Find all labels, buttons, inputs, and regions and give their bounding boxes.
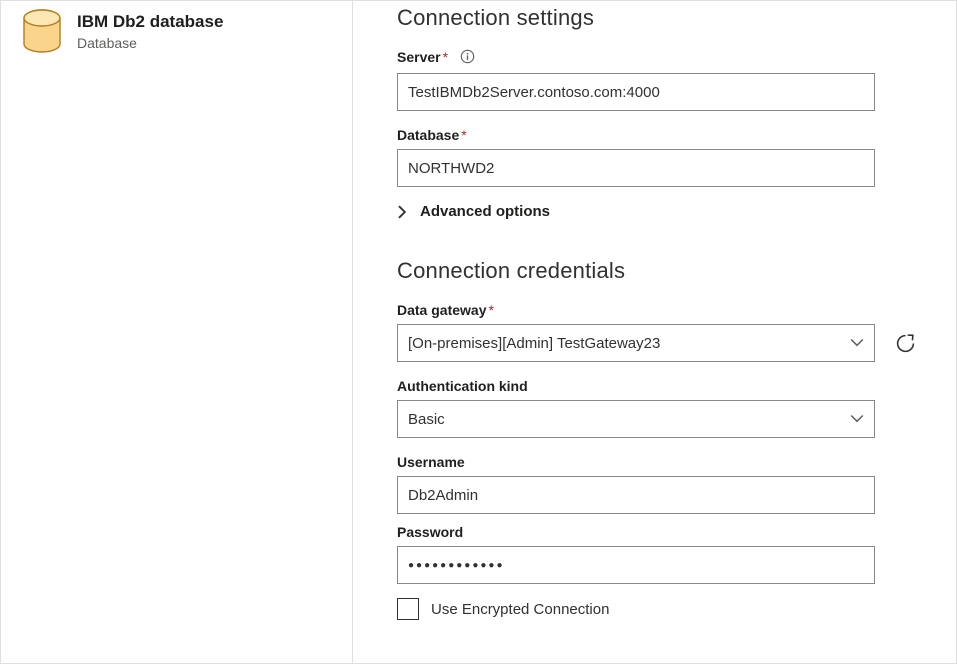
database-icon (21, 9, 63, 53)
server-label: Server* (397, 49, 928, 67)
required-star-icon: * (461, 127, 466, 143)
username-input[interactable] (397, 476, 875, 514)
chevron-right-icon (397, 205, 408, 219)
connector-subtitle: Database (77, 35, 223, 51)
database-field-block: Database* (397, 127, 928, 187)
chevron-down-icon (850, 338, 864, 348)
refresh-gateway-button[interactable] (893, 331, 917, 355)
password-input[interactable]: ●●●●●●●●●●●● (397, 546, 875, 584)
gateway-label-text: Data gateway (397, 302, 486, 318)
database-label-text: Database (397, 127, 459, 143)
required-star-icon: * (443, 49, 448, 65)
gateway-field-block: Data gateway* [On-premises][Admin] TestG… (397, 302, 928, 362)
chevron-down-icon (850, 414, 864, 424)
database-label: Database* (397, 127, 928, 143)
advanced-options-label: Advanced options (420, 203, 550, 220)
advanced-options-toggle[interactable]: Advanced options (397, 203, 928, 220)
required-star-icon: * (488, 302, 493, 318)
encrypted-checkbox-row: Use Encrypted Connection (397, 598, 928, 620)
authkind-select[interactable]: Basic (397, 400, 875, 438)
connection-settings-heading: Connection settings (397, 5, 928, 31)
connector-title: IBM Db2 database (77, 11, 223, 33)
authkind-field-block: Authentication kind Basic (397, 378, 928, 438)
encrypted-checkbox[interactable] (397, 598, 419, 620)
info-icon[interactable] (460, 49, 475, 67)
connector-info-panel: IBM Db2 database Database (1, 1, 353, 663)
authkind-select-value: Basic (408, 411, 445, 428)
authkind-label: Authentication kind (397, 378, 928, 394)
server-label-text: Server (397, 49, 441, 65)
gateway-label: Data gateway* (397, 302, 928, 318)
username-field-block: Username (397, 454, 928, 514)
gateway-select-value: [On-premises][Admin] TestGateway23 (408, 335, 660, 352)
database-input[interactable] (397, 149, 875, 187)
password-field-block: Password ●●●●●●●●●●●● (397, 524, 928, 584)
refresh-icon (895, 333, 916, 354)
server-input[interactable] (397, 73, 875, 111)
username-label: Username (397, 454, 928, 470)
server-field-block: Server* (397, 49, 928, 111)
password-label: Password (397, 524, 928, 540)
encrypted-checkbox-label: Use Encrypted Connection (431, 601, 609, 618)
connection-credentials-heading: Connection credentials (397, 258, 928, 284)
connector-text: IBM Db2 database Database (77, 9, 223, 51)
main-form-panel: Connection settings Server* Database* Ad… (353, 1, 956, 663)
gateway-select[interactable]: [On-premises][Admin] TestGateway23 (397, 324, 875, 362)
